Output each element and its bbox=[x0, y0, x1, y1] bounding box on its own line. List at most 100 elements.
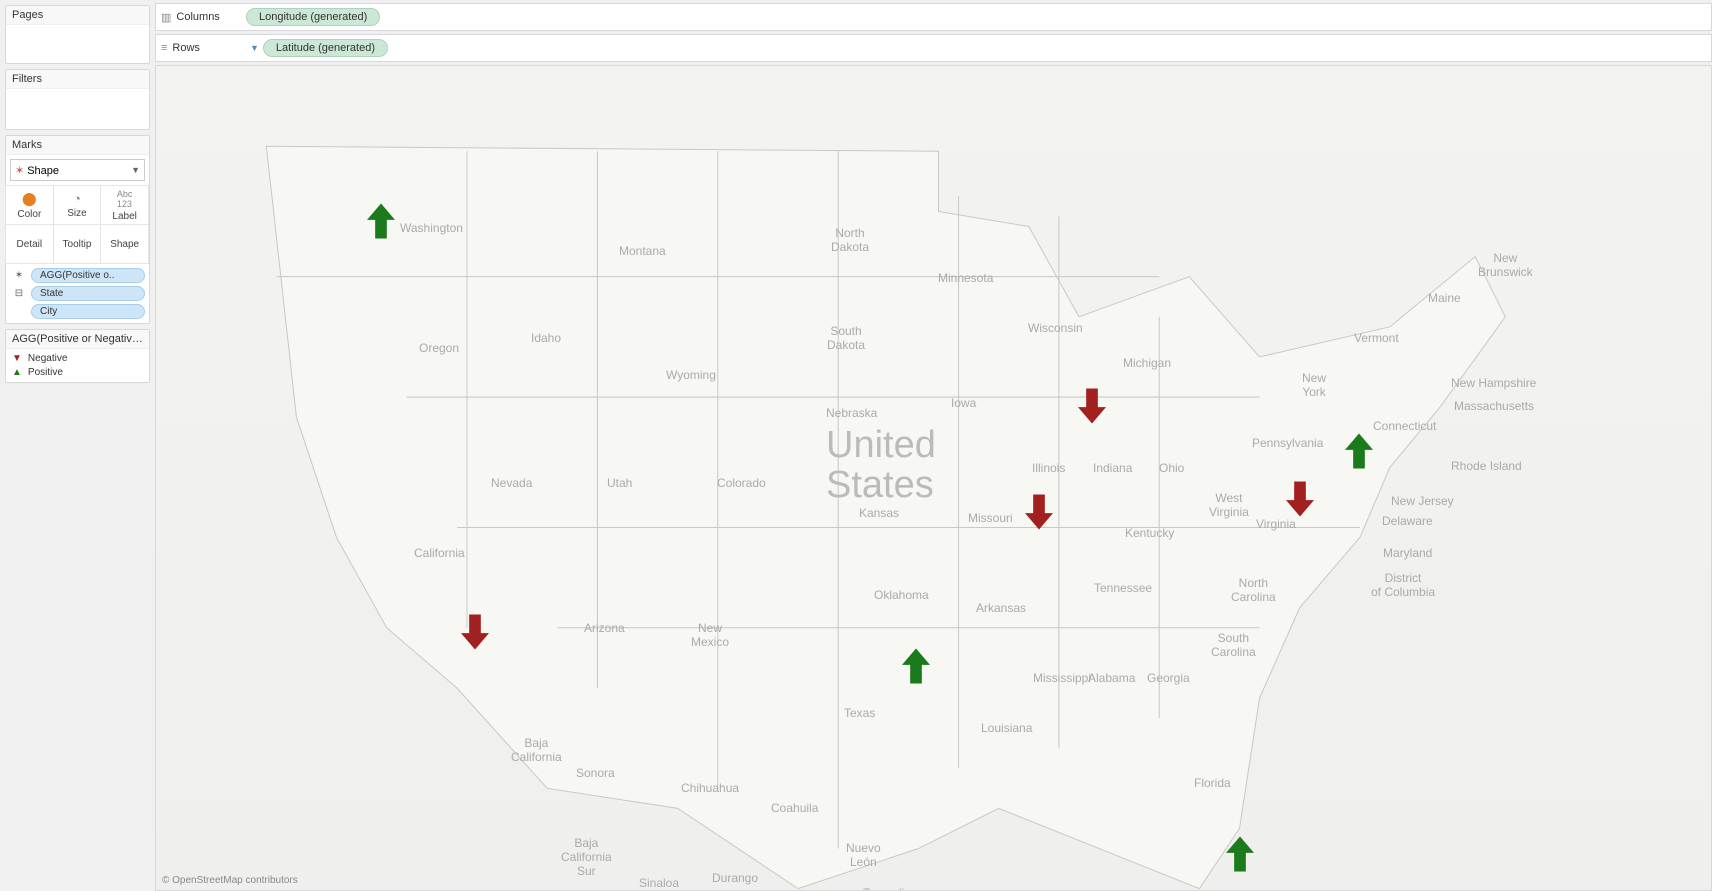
state-label: SouthCarolina bbox=[1211, 631, 1256, 659]
state-label: Illinois bbox=[1032, 461, 1065, 475]
marks-shape-button[interactable]: Shape bbox=[100, 224, 149, 264]
state-label: Louisiana bbox=[981, 721, 1032, 735]
state-label: Washington bbox=[400, 221, 463, 235]
state-label: Nevada bbox=[491, 476, 532, 490]
marks-detail-button[interactable]: Detail bbox=[5, 224, 54, 264]
state-label: NewMexico bbox=[691, 621, 729, 649]
state-label: Oregon bbox=[419, 341, 459, 355]
state-label: NewBrunswick bbox=[1478, 251, 1533, 279]
rows-icon: ≡ bbox=[161, 42, 167, 54]
map-attribution: © OpenStreetMap contributors bbox=[162, 875, 298, 886]
label-icon: Abc123 bbox=[117, 189, 133, 209]
state-label: New Hampshire bbox=[1451, 376, 1536, 390]
arrow-up-icon: ▲ bbox=[12, 367, 22, 378]
filters-shelf[interactable]: Filters bbox=[5, 69, 150, 130]
marker-positive[interactable] bbox=[902, 648, 930, 684]
shape-icon: ✶ bbox=[15, 165, 24, 177]
legend-item-positive[interactable]: ▲Positive bbox=[12, 367, 143, 378]
marker-positive[interactable] bbox=[1226, 836, 1254, 872]
legend-card: AGG(Positive or Negative... ▼Negative ▲P… bbox=[5, 329, 150, 383]
columns-pill[interactable]: Longitude (generated) bbox=[246, 8, 380, 26]
marks-label-button[interactable]: Abc123Label bbox=[100, 185, 149, 225]
map-viz[interactable]: United States Mexico WashingtonOregonIda… bbox=[155, 65, 1712, 891]
state-label: Oklahoma bbox=[874, 588, 929, 602]
state-label: Alabama bbox=[1088, 671, 1135, 685]
state-label: Ohio bbox=[1159, 461, 1184, 475]
state-label: Georgia bbox=[1147, 671, 1190, 685]
marks-pill-state[interactable]: State bbox=[31, 286, 145, 301]
state-label: Chihuahua bbox=[681, 781, 739, 795]
chevron-down-icon: ▼ bbox=[131, 165, 140, 175]
state-label: Arizona bbox=[584, 621, 625, 635]
marks-size-button[interactable]: ◔Size bbox=[53, 185, 102, 225]
columns-shelf[interactable]: ▥Columns Longitude (generated) bbox=[155, 3, 1712, 31]
state-label: Maryland bbox=[1383, 546, 1432, 560]
state-label: Indiana bbox=[1093, 461, 1132, 475]
state-label: California bbox=[414, 546, 465, 560]
marker-negative[interactable] bbox=[1286, 481, 1314, 517]
state-label: Coahuila bbox=[771, 801, 818, 815]
rows-shelf[interactable]: ≡Rows ▼ Latitude (generated) bbox=[155, 34, 1712, 62]
state-label: SouthDakota bbox=[827, 324, 865, 352]
pages-shelf[interactable]: Pages bbox=[5, 5, 150, 64]
legend-item-negative[interactable]: ▼Negative bbox=[12, 353, 143, 364]
state-label: Mississippi bbox=[1033, 671, 1091, 685]
state-label: Nebraska bbox=[826, 406, 877, 420]
arrow-down-icon: ▼ bbox=[12, 353, 22, 364]
state-label: Minnesota bbox=[938, 271, 993, 285]
state-label: BajaCaliforniaSur bbox=[561, 836, 612, 878]
state-label: Maine bbox=[1428, 291, 1461, 305]
state-label: NuevoLeón bbox=[846, 841, 881, 869]
state-label: Arkansas bbox=[976, 601, 1026, 615]
marker-positive[interactable] bbox=[1345, 433, 1373, 469]
detail-icon: ⊟ bbox=[10, 288, 28, 299]
state-label: Virginia bbox=[1256, 517, 1296, 531]
state-label: NorthCarolina bbox=[1231, 576, 1276, 604]
state-label: Durango bbox=[712, 871, 758, 885]
state-label: Florida bbox=[1194, 776, 1231, 790]
marks-tooltip-button[interactable]: Tooltip bbox=[53, 224, 102, 264]
state-label: NorthDakota bbox=[831, 226, 869, 254]
state-label: Massachusetts bbox=[1454, 399, 1534, 413]
left-panel: Pages Filters Marks ✶Shape ▼ ⬤Color ◔Siz… bbox=[0, 0, 155, 891]
marks-pill-agg[interactable]: AGG(Positive o.. bbox=[31, 268, 145, 283]
state-label: Wisconsin bbox=[1028, 321, 1083, 335]
state-label: Iowa bbox=[951, 396, 976, 410]
state-label: Utah bbox=[607, 476, 632, 490]
pages-header: Pages bbox=[6, 6, 149, 25]
marks-pill-city[interactable]: City bbox=[31, 304, 145, 319]
legend-title: AGG(Positive or Negative... bbox=[6, 330, 149, 349]
marks-color-button[interactable]: ⬤Color bbox=[5, 185, 54, 225]
right-area: ▥Columns Longitude (generated) ≡Rows ▼ L… bbox=[155, 0, 1712, 891]
state-label: Idaho bbox=[531, 331, 561, 345]
state-label: Rhode Island bbox=[1451, 459, 1522, 473]
columns-icon: ▥ bbox=[161, 11, 171, 24]
state-label: Michigan bbox=[1123, 356, 1171, 370]
state-label: Pennsylvania bbox=[1252, 436, 1323, 450]
state-label: Texas bbox=[844, 706, 875, 720]
state-label: Wyoming bbox=[666, 368, 716, 382]
filters-header: Filters bbox=[6, 70, 149, 89]
rows-dropdown-icon[interactable]: ▼ bbox=[246, 43, 263, 53]
marker-negative[interactable] bbox=[461, 614, 489, 650]
state-label: Sinaloa bbox=[639, 876, 679, 890]
state-label: Connecticut bbox=[1373, 419, 1436, 433]
state-label: Tennessee bbox=[1094, 581, 1152, 595]
marker-negative[interactable] bbox=[1078, 388, 1106, 424]
color-icon: ⬤ bbox=[22, 191, 37, 207]
state-label: Tamaulipas bbox=[863, 886, 924, 891]
state-label: Kentucky bbox=[1125, 526, 1174, 540]
size-icon: ◔ bbox=[73, 191, 81, 206]
state-label: Colorado bbox=[717, 476, 766, 490]
marker-negative[interactable] bbox=[1025, 494, 1053, 530]
marker-positive[interactable] bbox=[367, 203, 395, 239]
state-label: NewYork bbox=[1302, 371, 1326, 399]
shape-icon: ✶ bbox=[10, 270, 28, 281]
state-label: Sonora bbox=[576, 766, 615, 780]
marks-type-select[interactable]: ✶Shape ▼ bbox=[10, 159, 145, 181]
state-label: Kansas bbox=[859, 506, 899, 520]
state-label: Vermont bbox=[1354, 331, 1399, 345]
rows-pill[interactable]: Latitude (generated) bbox=[263, 39, 388, 57]
state-label: Missouri bbox=[968, 511, 1013, 525]
state-label: Delaware bbox=[1382, 514, 1433, 528]
